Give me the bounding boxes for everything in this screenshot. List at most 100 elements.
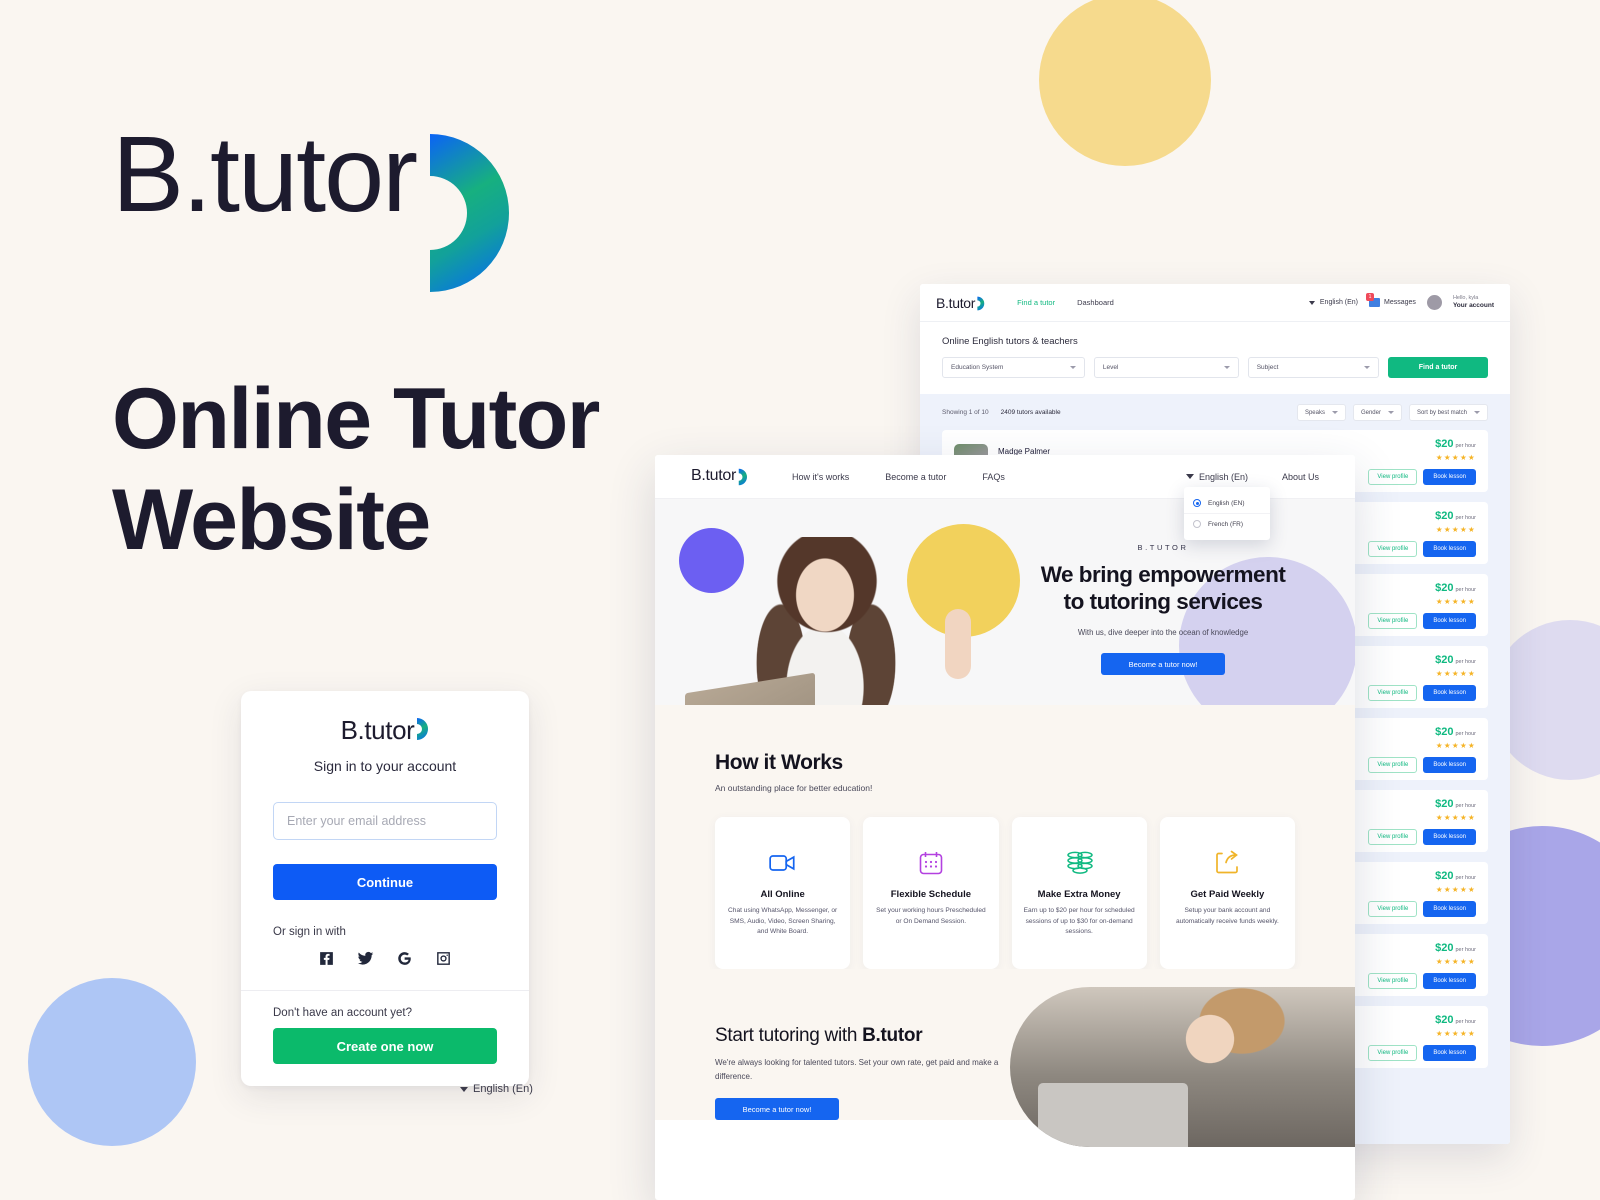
messages-label: Messages: [1384, 299, 1416, 306]
tutor-rating: ★★★★★: [1435, 740, 1476, 750]
continue-button[interactable]: Continue: [273, 864, 497, 900]
book-lesson-button[interactable]: Book lesson: [1423, 612, 1476, 629]
search-logo-text: B.tutor: [936, 294, 976, 311]
landing-page-window: B.tutor How it's works Become a tutor FA…: [655, 455, 1355, 1200]
divider: [241, 990, 529, 991]
results-filters: Speaks Gender Sort by best match: [1296, 404, 1488, 421]
nav-become-a-tutor[interactable]: Become a tutor: [885, 472, 946, 482]
subject-select[interactable]: Subject: [1247, 357, 1380, 378]
gender-filter[interactable]: Gender: [1352, 404, 1402, 421]
tutor-price: $20 per hour: [1435, 437, 1476, 450]
book-lesson-button[interactable]: Book lesson: [1423, 828, 1476, 845]
tutor-price: $20 per hour: [1435, 869, 1476, 882]
email-field[interactable]: [273, 802, 497, 840]
search-nav: Find a tutor Dashboard: [1017, 298, 1114, 307]
works-card: Get Paid Weekly Setup your bank account a…: [1159, 817, 1295, 969]
view-profile-button[interactable]: View profile: [1368, 1044, 1418, 1061]
tutor-price: $20 per hour: [1435, 581, 1476, 594]
nav-how-it-works[interactable]: How it's works: [792, 472, 849, 482]
view-profile-button[interactable]: View profile: [1368, 612, 1418, 629]
start-laptop: [1038, 1083, 1188, 1147]
results-header: Showing 1 of 10 2409 tutors available Sp…: [942, 404, 1488, 421]
works-card-title: Get Paid Weekly: [1190, 889, 1265, 900]
works-card: All Online Chat using WhatsApp, Messenger…: [715, 817, 851, 969]
landing-language-selector[interactable]: English (En): [1185, 472, 1248, 482]
education-system-select[interactable]: Education System: [942, 357, 1085, 378]
tutor-right: $20 per hour ★★★★★ View profile Book lesson: [1368, 870, 1476, 917]
account-label: Your account: [1452, 301, 1494, 309]
chevron-down-icon: [1308, 300, 1315, 305]
language-option-french-label: French (FR): [1208, 520, 1244, 528]
messages-button[interactable]: 1 Messages: [1366, 293, 1416, 307]
language-option-french[interactable]: French (FR): [1184, 514, 1270, 534]
search-heading: Online English tutors & teachers: [942, 336, 1078, 347]
search-language-selector[interactable]: English (En): [1308, 299, 1359, 306]
tutor-actions: View profile Book lesson: [1368, 972, 1476, 989]
landing-logo[interactable]: B.tutor: [691, 467, 748, 486]
brand-logo-text: B.tutor: [112, 113, 418, 234]
or-signin-label: Or sign in with: [273, 926, 346, 938]
view-profile-button[interactable]: View profile: [1368, 900, 1418, 917]
tutor-right: $20 per hour ★★★★★ View profile Book lesson: [1368, 582, 1476, 629]
view-profile-button[interactable]: View profile: [1368, 828, 1418, 845]
works-card-description: Chat using WhatsApp, Messenger, or SMS, …: [728, 907, 838, 936]
book-lesson-button[interactable]: Book lesson: [1423, 900, 1476, 917]
book-lesson-button[interactable]: Book lesson: [1423, 756, 1476, 773]
google-icon[interactable]: [396, 950, 413, 972]
view-profile-button[interactable]: View profile: [1368, 684, 1418, 701]
signin-card: B.tutor Sign in to your account Continue…: [241, 691, 529, 1086]
tutor-price: $20 per hour: [1435, 509, 1476, 522]
book-lesson-button[interactable]: Book lesson: [1423, 540, 1476, 557]
tutor-actions: View profile Book lesson: [1368, 1044, 1476, 1061]
tutor-rating: ★★★★★: [1435, 596, 1476, 606]
book-lesson-button[interactable]: Book lesson: [1423, 684, 1476, 701]
page-title: Online Tutor Website: [112, 371, 600, 569]
nav-find-a-tutor[interactable]: Find a tutor: [1017, 298, 1055, 307]
twitter-icon[interactable]: [357, 950, 374, 972]
tutor-right: $20 per hour ★★★★★ View profile Book lesson: [1368, 438, 1476, 485]
level-select[interactable]: Level: [1093, 357, 1239, 378]
results-count: 2409 tutors available: [1000, 409, 1061, 416]
nav-faqs[interactable]: FAQs: [982, 472, 1005, 482]
start-cta-button[interactable]: Become a tutor now!: [715, 1098, 839, 1120]
tutor-actions: View profile Book lesson: [1368, 900, 1476, 917]
sort-filter[interactable]: Sort by best match: [1408, 404, 1488, 421]
facebook-icon[interactable]: [318, 950, 335, 972]
nav-about-us[interactable]: About Us: [1282, 472, 1319, 482]
hero-hand: [945, 609, 971, 679]
messages-badge: 1: [1366, 293, 1375, 301]
works-card: Flexible Schedule Set your working hours …: [863, 817, 999, 969]
account-menu[interactable]: Hello, kyla Your account: [1453, 295, 1494, 310]
search-logo[interactable]: B.tutor: [936, 295, 985, 311]
message-icon: 1: [1366, 293, 1381, 307]
start-tutoring-photo: [1010, 987, 1355, 1147]
works-card-title: All Online: [760, 889, 805, 900]
avatar[interactable]: [1426, 295, 1442, 310]
works-card-description: Setup your bank account and automaticall…: [1175, 907, 1279, 925]
book-lesson-button[interactable]: Book lesson: [1423, 468, 1476, 485]
works-card-description: Earn up to $20 per hour for scheduled se…: [1023, 907, 1135, 936]
signin-language-selector[interactable]: English (En): [460, 1083, 533, 1095]
nav-dashboard[interactable]: Dashboard: [1077, 298, 1114, 307]
tutor-right: $20 per hour ★★★★★ View profile Book lesson: [1368, 654, 1476, 701]
language-option-english[interactable]: English (EN): [1184, 493, 1270, 514]
create-account-button[interactable]: Create one now: [273, 1028, 497, 1064]
hero-cta-button[interactable]: Become a tutor now!: [1101, 653, 1225, 675]
tutor-actions: View profile Book lesson: [1368, 540, 1476, 557]
view-profile-button[interactable]: View profile: [1368, 972, 1418, 989]
view-profile-button[interactable]: View profile: [1368, 540, 1418, 557]
start-title-plain: Start tutoring with: [715, 1025, 863, 1046]
tutor-actions: View profile Book lesson: [1368, 612, 1476, 629]
book-lesson-button[interactable]: Book lesson: [1423, 972, 1476, 989]
speaks-filter[interactable]: Speaks: [1296, 404, 1346, 421]
tutor-rating: ★★★★★: [1435, 812, 1476, 822]
landing-nav-right: English (En) About Us: [1185, 472, 1319, 482]
instagram-icon[interactable]: [435, 950, 452, 972]
view-profile-button[interactable]: View profile: [1368, 756, 1418, 773]
search-language-label: English (En): [1319, 299, 1359, 306]
landing-logo-text: B.tutor: [691, 467, 737, 484]
chevron-down-icon: [460, 1086, 468, 1092]
find-tutor-button[interactable]: Find a tutor: [1388, 357, 1488, 378]
book-lesson-button[interactable]: Book lesson: [1423, 1044, 1476, 1061]
view-profile-button[interactable]: View profile: [1368, 468, 1418, 485]
